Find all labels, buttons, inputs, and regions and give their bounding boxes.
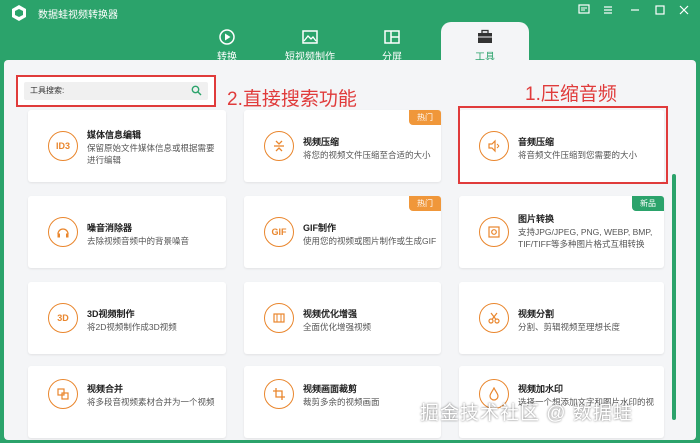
- tool-card-3d-maker[interactable]: 3D 3D视频制作 将2D视频制作成3D视频: [28, 282, 226, 354]
- tool-desc: 保留原始文件媒体信息或根据需要进行编辑: [87, 143, 215, 165]
- feedback-icon[interactable]: [577, 3, 591, 17]
- scissors-icon: [479, 303, 509, 333]
- scrollbar[interactable]: [672, 174, 676, 420]
- minimize-icon[interactable]: [628, 3, 642, 17]
- split-screen-icon: [384, 30, 400, 44]
- image-icon: [302, 30, 318, 44]
- crop-icon: [264, 379, 294, 409]
- tab-convert[interactable]: 转换: [183, 22, 271, 63]
- tool-desc: 去除视频音频中的背景噪音: [87, 236, 190, 246]
- merge-icon: [48, 379, 78, 409]
- tool-card-video-split[interactable]: 视频分割 分割、剪辑视频至理想长度: [459, 282, 664, 354]
- tab-tools[interactable]: 工具: [441, 22, 529, 63]
- search-highlight: 工具搜索:: [16, 75, 216, 107]
- gif-icon: GIF: [264, 217, 294, 247]
- tool-title: 视频加水印: [518, 384, 564, 394]
- tool-card-noise-remover[interactable]: 噪音消除器 去除视频音频中的背景噪音: [28, 196, 226, 268]
- hot-badge: 热门: [409, 110, 441, 125]
- tool-card-video-merge[interactable]: 视频合并 将多段音视频素材合并为一个视频: [28, 366, 226, 438]
- close-icon[interactable]: [677, 3, 691, 17]
- convert-icon: [219, 29, 235, 45]
- tool-card-media-info[interactable]: ID3 媒体信息编辑 保留原始文件媒体信息或根据需要进行编辑: [28, 110, 226, 182]
- tool-desc: 将您的视频文件压缩至合适的大小: [303, 150, 431, 160]
- tool-desc: 分割、剪辑视频至理想长度: [518, 322, 621, 332]
- enhance-icon: [264, 303, 294, 333]
- headphones-icon: [48, 217, 78, 247]
- hot-badge: 热门: [409, 196, 441, 211]
- audio-compress-highlight: [458, 106, 668, 184]
- image-convert-icon: [479, 217, 509, 247]
- tool-card-gif-maker[interactable]: 热门 GIF GIF制作 使用您的视频或图片制作或生成GIF: [244, 196, 441, 268]
- tool-title: 图片转换: [518, 214, 555, 224]
- site-watermark: 掘金技术社区 @ 数据蛙: [420, 403, 633, 424]
- id3-icon: ID3: [48, 131, 78, 161]
- tool-card-video-crop[interactable]: 视频画面裁剪 裁剪多余的视频画面: [244, 366, 441, 438]
- tool-desc: 将2D视频制作成3D视频: [87, 322, 177, 332]
- tool-card-video-enhance[interactable]: 视频优化增强 全面优化增强视频: [244, 282, 441, 354]
- tab-split-screen[interactable]: 分屏: [348, 22, 436, 63]
- annotation-compress-audio: 1.压缩音频: [525, 84, 617, 105]
- tool-desc: 使用您的视频或图片制作或生成GIF: [303, 236, 437, 246]
- title-bar: 数据蛙视频转换器 转换 短视频制作 分屏 工具: [0, 0, 700, 63]
- menu-icon[interactable]: [601, 3, 615, 17]
- tab-short-video[interactable]: 短视频制作: [266, 22, 354, 63]
- tool-title: 3D视频制作: [87, 309, 135, 319]
- tool-title: 视频压缩: [303, 137, 340, 147]
- search-label: 工具搜索:: [30, 86, 65, 95]
- app-logo-icon: [12, 5, 26, 21]
- tool-title: 视频合并: [87, 384, 124, 394]
- app-title: 数据蛙视频转换器: [38, 10, 118, 21]
- tool-desc: 支持JPG/JPEG, PNG, WEBP, BMP, TIF/TIFF等多种图…: [518, 227, 653, 249]
- new-badge: 新品: [632, 196, 664, 211]
- tools-panel: 工具搜索: 2.直接搜索功能 1.压缩音频 ID3 媒体信息编辑 保留原始文件媒…: [4, 60, 696, 440]
- tool-search-input[interactable]: 工具搜索:: [24, 82, 208, 100]
- tool-card-image-convert[interactable]: 新品 图片转换 支持JPG/JPEG, PNG, WEBP, BMP, TIF/…: [459, 196, 664, 268]
- annotation-search: 2.直接搜索功能: [227, 89, 357, 110]
- tool-title: 视频优化增强: [303, 309, 358, 319]
- tool-title: 视频画面裁剪: [303, 384, 358, 394]
- tool-card-video-compress[interactable]: 热门 视频压缩 将您的视频文件压缩至合适的大小: [244, 110, 441, 182]
- maximize-icon[interactable]: [653, 3, 667, 17]
- search-icon[interactable]: [191, 85, 202, 96]
- tool-title: GIF制作: [303, 223, 336, 233]
- tool-desc: 全面优化增强视频: [303, 322, 372, 332]
- 3d-icon: 3D: [48, 303, 78, 333]
- tool-title: 噪音消除器: [87, 223, 133, 233]
- toolbox-icon: [478, 29, 492, 43]
- compress-icon: [264, 131, 294, 161]
- tool-title: 媒体信息编辑: [87, 130, 142, 140]
- tool-title: 视频分割: [518, 309, 555, 319]
- tool-desc: 将多段音视频素材合并为一个视频: [87, 397, 215, 407]
